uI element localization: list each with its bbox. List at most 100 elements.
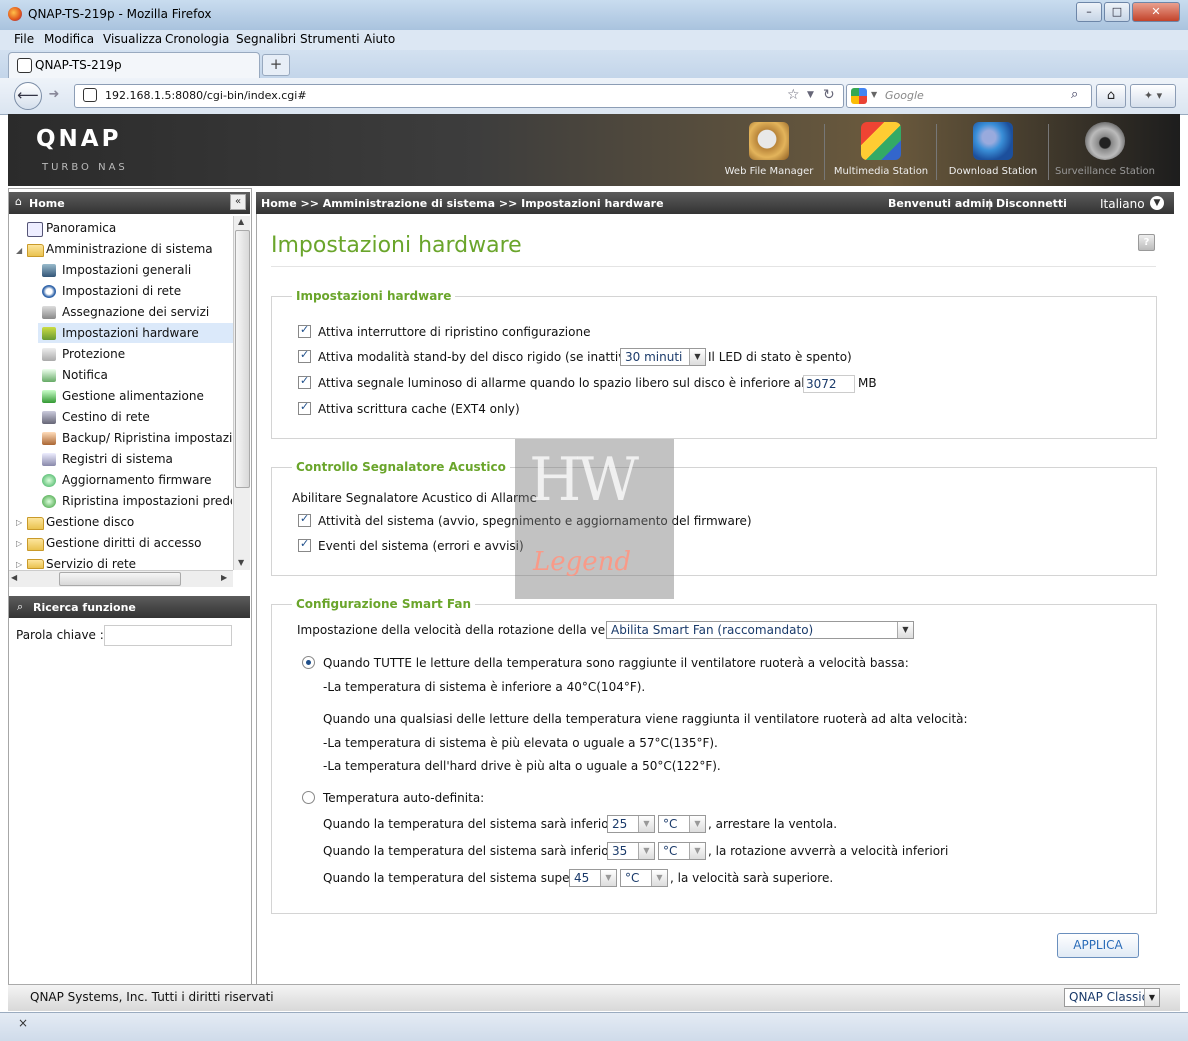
- menu-segnalibri[interactable]: Segnalibri: [236, 32, 296, 46]
- general-settings-icon: [42, 264, 56, 277]
- sidebar-item-assegnazione-servizi[interactable]: Assegnazione dei servizi: [62, 305, 209, 319]
- fan-speed-select[interactable]: Abilita Smart Fan (raccomandato) ▼: [606, 621, 914, 639]
- collapsed-arrow-icon[interactable]: ▷: [16, 539, 22, 548]
- menu-aiuto[interactable]: Aiuto: [364, 32, 395, 46]
- reload-icon[interactable]: ↻: [823, 87, 835, 103]
- rule1-temp-select[interactable]: 25 ▼: [607, 815, 655, 833]
- sidebar-item-ripristina-predefinite[interactable]: Ripristina impostazioni predefinite: [62, 494, 232, 508]
- system-events-checkbox[interactable]: [298, 537, 311, 552]
- history-dropdown-icon[interactable]: ▼: [807, 90, 814, 100]
- search-icon[interactable]: ⌕: [1071, 87, 1078, 102]
- app-label: Surveillance Station: [1054, 166, 1156, 177]
- menu-visualizza[interactable]: Visualizza: [103, 32, 162, 46]
- apply-button[interactable]: APPLICA: [1057, 933, 1139, 958]
- collapse-sidebar-button[interactable]: «: [230, 194, 246, 210]
- keyword-input[interactable]: [104, 625, 232, 646]
- engine-dropdown-icon[interactable]: ▼: [871, 90, 877, 99]
- close-window-button[interactable]: ✕: [1132, 2, 1180, 22]
- sidebar-horizontal-scrollbar[interactable]: ◀ ▶: [9, 570, 233, 587]
- language-selector[interactable]: Italiano: [1100, 197, 1145, 211]
- menu-cronologia[interactable]: Cronologia: [165, 32, 229, 46]
- scroll-left-icon[interactable]: ◀: [11, 573, 17, 582]
- topbar-separator: |: [988, 197, 992, 210]
- keyword-label: Parola chiave :: [16, 628, 104, 642]
- free-space-value: 3072: [806, 377, 837, 391]
- sidebar-vertical-scrollbar[interactable]: ▲ ▼: [233, 216, 250, 570]
- address-bar[interactable]: 192.168.1.5:8080/cgi-bin/index.cgi# ☆ ▼ …: [74, 84, 844, 108]
- sidebar-item-impostazioni-hardware[interactable]: Impostazioni hardware: [62, 326, 199, 340]
- breadcrumb[interactable]: Home >> Amministrazione di sistema >> Im…: [261, 197, 664, 210]
- app-web-file-manager[interactable]: Web File Manager: [714, 120, 824, 182]
- scroll-thumb[interactable]: [235, 230, 250, 488]
- system-activity-checkbox[interactable]: [298, 512, 311, 527]
- help-button[interactable]: ?: [1138, 234, 1155, 251]
- sidebar-item-notifica[interactable]: Notifica: [62, 368, 108, 382]
- bookmark-star-icon[interactable]: ☆: [787, 87, 800, 103]
- maximize-button[interactable]: □: [1104, 2, 1130, 22]
- watermark-line-1: HW: [529, 445, 639, 515]
- sidebar-item-amministrazione[interactable]: Amministrazione di sistema: [46, 242, 213, 256]
- search-bar[interactable]: ▼ Google ⌕: [846, 84, 1092, 108]
- sidebar-item-registri-sistema[interactable]: Registri di sistema: [62, 452, 173, 466]
- window-title: QNAP-TS-219p - Mozilla Firefox: [28, 7, 212, 21]
- forward-button[interactable]: ➜: [44, 86, 64, 104]
- rule3-temp-select[interactable]: 45 ▼: [569, 869, 617, 887]
- standby-time-select[interactable]: 30 minuti ▼: [620, 348, 706, 366]
- sidebar-item-gestione-disco[interactable]: Gestione disco: [46, 515, 134, 529]
- sidebar-item-impostazioni-generali[interactable]: Impostazioni generali: [62, 263, 191, 277]
- home-button[interactable]: ⌂: [1096, 84, 1126, 108]
- expand-arrow-icon[interactable]: ◢: [16, 246, 22, 255]
- hardware-settings-fieldset: [271, 296, 1157, 439]
- new-tab-button[interactable]: +: [262, 54, 290, 76]
- write-cache-checkbox[interactable]: [298, 400, 311, 415]
- sidebar-item-protezione[interactable]: Protezione: [62, 347, 125, 361]
- scroll-right-icon[interactable]: ▶: [221, 573, 227, 582]
- app-multimedia-station[interactable]: Multimedia Station: [826, 120, 936, 182]
- buzzer-legend: Controllo Segnalatore Acustico: [292, 460, 510, 474]
- free-space-input[interactable]: 3072: [803, 375, 855, 393]
- function-search-title: Ricerca funzione: [33, 601, 136, 614]
- collapsed-arrow-icon[interactable]: ▷: [16, 560, 22, 569]
- sidebar-item-panoramica[interactable]: Panoramica: [46, 221, 116, 235]
- menu-file[interactable]: File: [14, 32, 34, 46]
- logout-link[interactable]: Disconnetti: [996, 197, 1067, 210]
- smart-fan-radio[interactable]: [302, 656, 315, 669]
- scroll-down-icon[interactable]: ▼: [238, 558, 244, 567]
- sidebar-item-backup-ripristina[interactable]: Backup/ Ripristina impostazioni: [62, 431, 251, 445]
- standby-checkbox[interactable]: [298, 348, 311, 363]
- extension-button[interactable]: ✦ ▾: [1130, 84, 1176, 108]
- sidebar-item-impostazioni-rete[interactable]: Impostazioni di rete: [62, 284, 181, 298]
- collapsed-arrow-icon[interactable]: ▷: [16, 518, 22, 527]
- qnap-logo: QNAP: [36, 126, 122, 152]
- alarm-light-checkbox[interactable]: [298, 374, 311, 389]
- sidebar-title: Home: [29, 197, 65, 210]
- hardware-settings-legend: Impostazioni hardware: [292, 289, 456, 303]
- rule1-unit-select[interactable]: °C ▼: [658, 815, 706, 833]
- sidebar-item-aggiornamento-firmware[interactable]: Aggiornamento firmware: [62, 473, 212, 487]
- sidebar-item-servizio-rete[interactable]: Servizio di rete: [46, 557, 136, 569]
- custom-temperature-radio[interactable]: [302, 791, 315, 804]
- sidebar-item-gestione-diritti[interactable]: Gestione diritti di accesso: [46, 536, 201, 550]
- menu-strumenti[interactable]: Strumenti: [300, 32, 360, 46]
- rule2-unit-select[interactable]: °C ▼: [658, 842, 706, 860]
- rule3-unit-select[interactable]: °C ▼: [620, 869, 668, 887]
- back-button[interactable]: ⟵: [14, 82, 42, 110]
- sidebar-item-cestino-rete[interactable]: Cestino di rete: [62, 410, 150, 424]
- site-identity-icon[interactable]: [83, 88, 97, 102]
- welcome-text: Benvenuti admin: [888, 197, 994, 210]
- language-dropdown-icon[interactable]: ▼: [1150, 196, 1164, 210]
- scroll-thumb[interactable]: [59, 572, 181, 586]
- rule2-temp-select[interactable]: 35 ▼: [607, 842, 655, 860]
- theme-select[interactable]: QNAP Classic ▼: [1064, 988, 1160, 1007]
- scroll-up-icon[interactable]: ▲: [238, 217, 244, 226]
- minimize-button[interactable]: –: [1076, 2, 1102, 22]
- chevron-down-icon: ▼: [689, 816, 705, 832]
- reset-switch-checkbox[interactable]: [298, 323, 311, 338]
- sidebar-item-gestione-alimentazione[interactable]: Gestione alimentazione: [62, 389, 204, 403]
- google-engine-icon[interactable]: [851, 88, 867, 104]
- app-download-station[interactable]: Download Station: [938, 120, 1048, 182]
- browser-tab[interactable]: QNAP-TS-219p: [8, 52, 260, 78]
- close-status-icon[interactable]: ×: [18, 1016, 28, 1030]
- menu-modifica[interactable]: Modifica: [44, 32, 94, 46]
- app-surveillance-station[interactable]: Surveillance Station: [1050, 120, 1160, 182]
